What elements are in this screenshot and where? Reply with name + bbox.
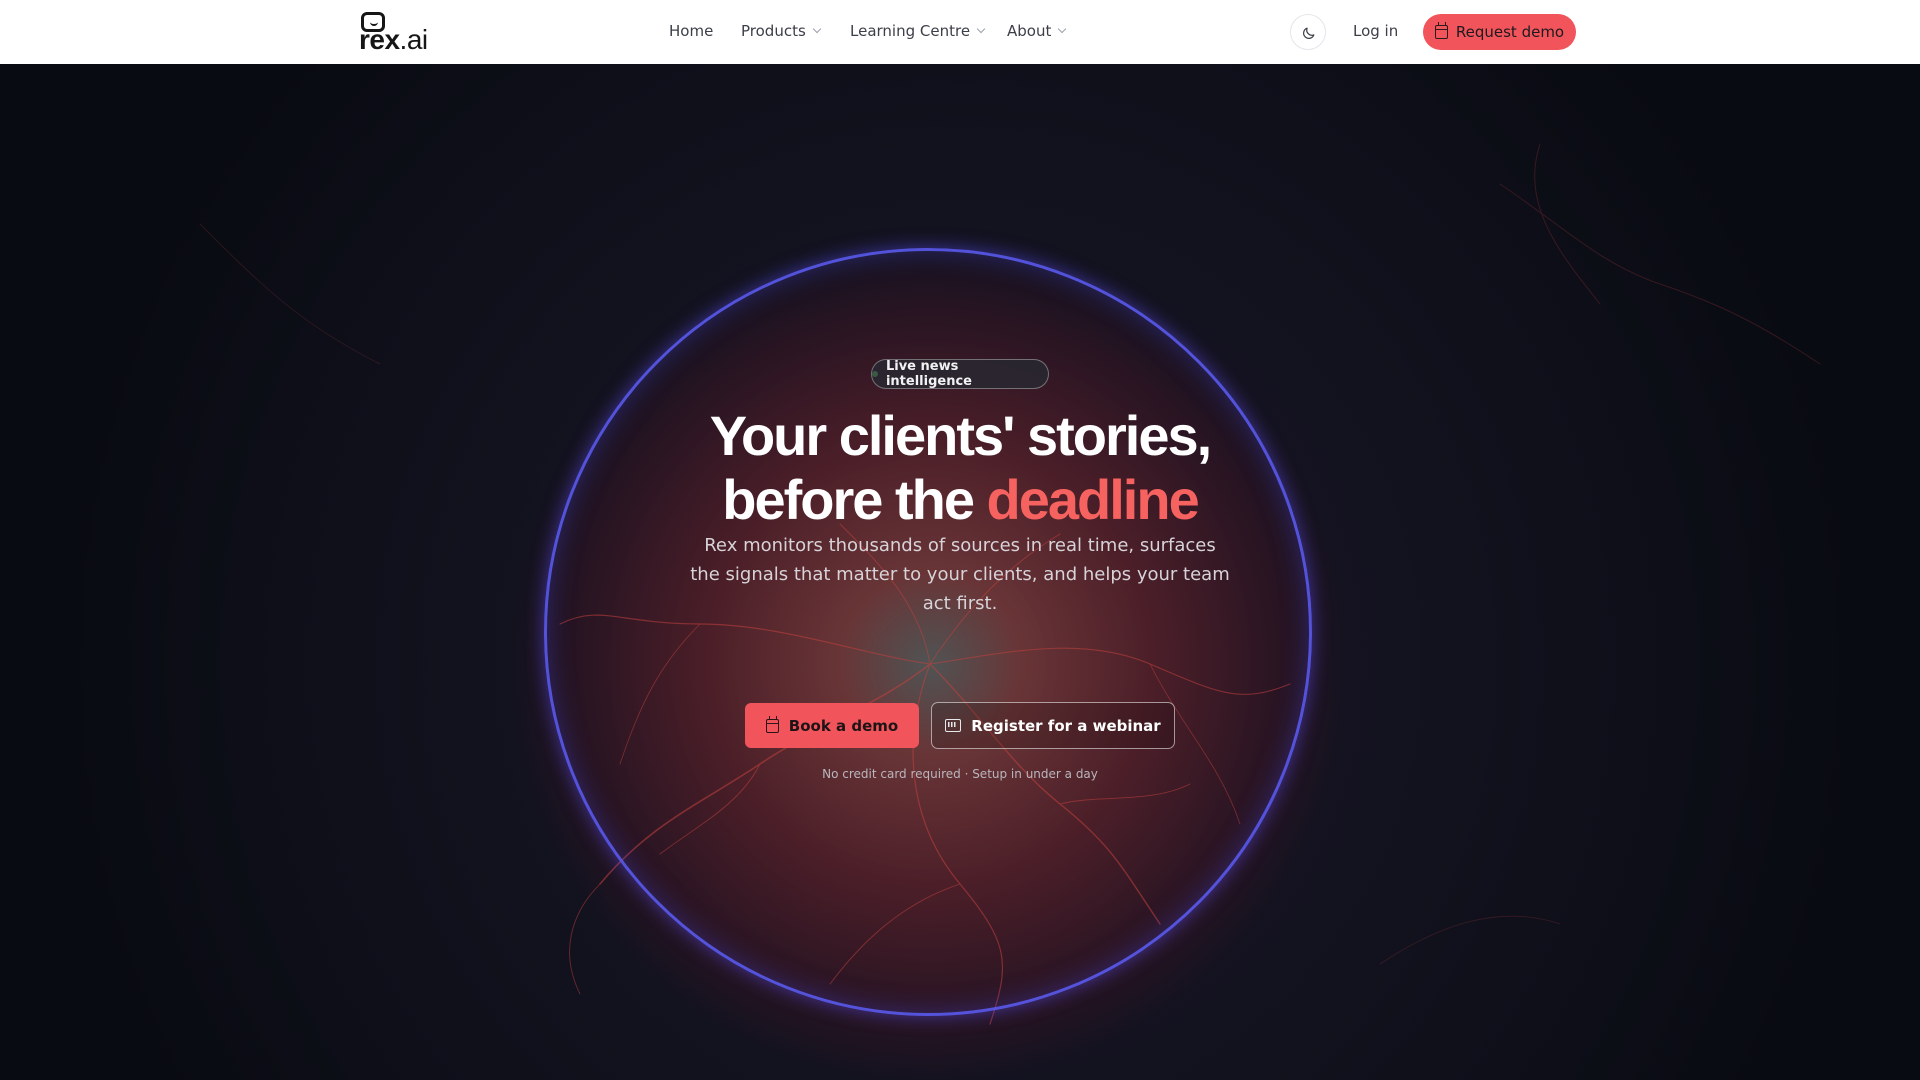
nav-about[interactable]: About bbox=[1007, 22, 1067, 40]
request-demo-button[interactable]: Request demo bbox=[1423, 14, 1576, 50]
logo-wordmark: rex.ai bbox=[359, 24, 428, 55]
calendar-icon bbox=[765, 715, 779, 733]
nav-home-label: Home bbox=[669, 22, 714, 40]
live-news-badge: Live news intelligence bbox=[871, 359, 1049, 389]
book-demo-label: Book a demo bbox=[788, 716, 899, 735]
nav-home[interactable]: Home bbox=[669, 22, 713, 40]
hero-subtitle: Rex monitors thousands of sources in rea… bbox=[690, 535, 1230, 614]
hero-section: Live news intelligence Your clients' sto… bbox=[0, 64, 1920, 1080]
cta-footnote: No credit card required · Setup in under… bbox=[822, 767, 1098, 781]
register-webinar-label: Register for a webinar bbox=[971, 716, 1161, 735]
headline-line-1: Your clients' stories, bbox=[709, 404, 1212, 467]
hero-headline: Your clients' stories, before the deadli… bbox=[560, 404, 1360, 532]
chevron-down-icon bbox=[976, 24, 986, 34]
calendar-icon bbox=[1434, 22, 1448, 39]
moon-icon bbox=[1303, 27, 1315, 39]
login-link[interactable]: Log in bbox=[1353, 22, 1398, 40]
nav-learning-centre[interactable]: Learning Centre bbox=[850, 22, 986, 40]
theme-toggle-button[interactable] bbox=[1290, 14, 1326, 50]
register-webinar-button[interactable]: Register for a webinar bbox=[931, 702, 1175, 749]
top-navigation-bar: rex.ai Home Products Learning Centre Abo… bbox=[0, 0, 1920, 64]
nav-products[interactable]: Products bbox=[741, 22, 822, 40]
book-demo-button[interactable]: Book a demo bbox=[745, 703, 919, 748]
nav-products-label: Products bbox=[741, 22, 806, 40]
presentation-icon bbox=[945, 719, 962, 732]
headline-accent-word: deadline bbox=[986, 468, 1200, 531]
request-demo-label: Request demo bbox=[1455, 23, 1565, 41]
chevron-down-icon bbox=[812, 24, 822, 34]
headline-line-2-prefix: before the bbox=[722, 468, 987, 531]
chevron-down-icon bbox=[1058, 24, 1067, 34]
status-dot-icon bbox=[872, 371, 878, 377]
rex-ai-logo[interactable]: rex.ai bbox=[359, 12, 439, 54]
nav-learning-centre-label: Learning Centre bbox=[850, 22, 971, 40]
badge-label: Live news intelligence bbox=[885, 359, 972, 389]
nav-about-label: About bbox=[1007, 22, 1052, 40]
headline-line-2: before the deadline bbox=[560, 468, 1360, 532]
